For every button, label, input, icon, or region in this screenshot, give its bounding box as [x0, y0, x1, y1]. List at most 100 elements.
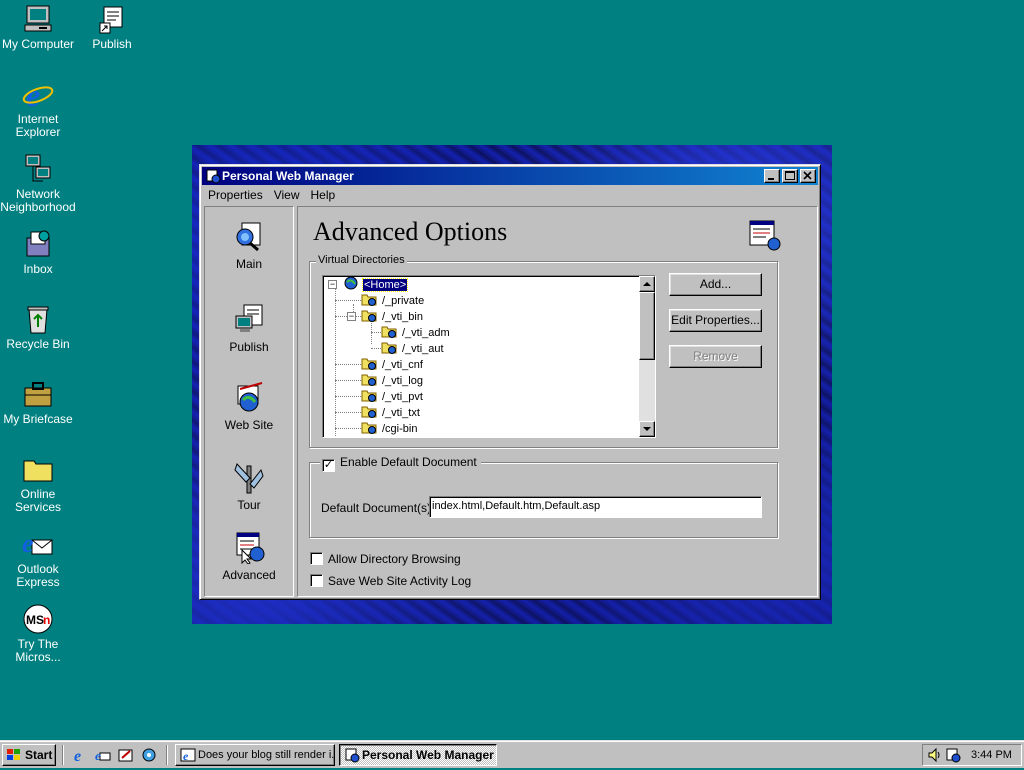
desktop-icon-recycle-bin[interactable]: Recycle Bin: [0, 303, 76, 351]
inbox-icon: [22, 228, 54, 260]
tree-collapse-home[interactable]: −: [328, 280, 337, 289]
menu-properties[interactable]: Properties: [202, 186, 268, 204]
my-computer-icon: [22, 3, 54, 35]
start-button[interactable]: Start: [2, 744, 56, 766]
virtual-directories-group: Virtual Directories − − <Home> /_private…: [309, 254, 778, 448]
quicklaunch-channels-icon[interactable]: [141, 747, 157, 763]
tree-item[interactable]: /_vti_aut: [381, 340, 445, 356]
windows-logo-icon: [6, 748, 22, 762]
clock[interactable]: 3:44 PM: [971, 745, 1012, 765]
web-site-icon: [232, 380, 266, 414]
desktop-icon-inbox[interactable]: Inbox: [0, 228, 76, 276]
sidebar-item-label: Advanced: [222, 568, 276, 582]
desktop-icon-my-briefcase[interactable]: My Briefcase: [0, 378, 76, 426]
recycle-bin-icon: [22, 303, 54, 335]
quicklaunch-ie-icon[interactable]: e: [72, 747, 88, 765]
tree-item[interactable]: /_vti_bin: [361, 308, 424, 324]
network-icon: [22, 153, 54, 185]
start-label: Start: [25, 748, 53, 762]
web-folder-icon: [361, 388, 377, 402]
arrow-up-icon: [643, 282, 651, 286]
svg-text:e: e: [95, 748, 101, 763]
tree-vertical-scrollbar[interactable]: [639, 276, 655, 437]
tree-item[interactable]: /_vti_log: [361, 372, 424, 388]
remove-button[interactable]: Remove: [669, 345, 762, 368]
sidebar-item-main[interactable]: Main: [205, 219, 293, 271]
desktop-icon-label: My Computer: [1, 37, 75, 51]
desktop-icon-publish[interactable]: Publish: [74, 3, 150, 51]
tree-item[interactable]: /_vti_adm: [381, 324, 451, 340]
allow-directory-browsing-checkbox[interactable]: Allow Directory Browsing: [310, 552, 461, 566]
tree-item[interactable]: /_private: [361, 292, 425, 308]
sidebar: Main Publish Web Site Tour Advanced: [204, 206, 294, 597]
desktop-icon-internet-explorer[interactable]: e Internet Explorer: [0, 77, 76, 139]
default-document-group: ✓ Enable Default Document Default Documen…: [309, 455, 778, 538]
desktop-icon-online-services[interactable]: Online Services: [0, 453, 76, 514]
desktop-icon-label: Internet Explorer: [15, 112, 61, 139]
svg-text:MS: MS: [26, 613, 44, 627]
web-folder-icon: [361, 356, 377, 370]
add-button[interactable]: Add...: [669, 273, 762, 296]
tree-item[interactable]: /_vti_txt: [361, 404, 421, 420]
tree-item[interactable]: /cgi-bin: [361, 420, 418, 436]
quicklaunch-desktop-icon[interactable]: [118, 747, 134, 763]
tree-item[interactable]: /_vti_pvt: [361, 388, 424, 404]
scroll-down-button[interactable]: [639, 421, 655, 437]
tree-collapse-vti-bin[interactable]: −: [347, 312, 356, 321]
volume-icon[interactable]: [927, 747, 943, 770]
desktop-icon-label: My Briefcase: [3, 412, 73, 426]
desktop-icon-label: Try The Micros...: [15, 637, 61, 664]
sidebar-item-publish[interactable]: Publish: [205, 302, 293, 354]
virtual-directories-tree[interactable]: − − <Home> /_private /_vti_bin /_vti_adm…: [322, 275, 656, 438]
web-folder-icon: [361, 404, 377, 418]
svg-text:e: e: [74, 748, 81, 763]
taskbar: Start e e e Does your blog still render …: [0, 740, 1024, 768]
pwm-icon: [205, 168, 221, 184]
menu-help[interactable]: Help: [305, 186, 341, 204]
desktop-icon-label: Network Neighborhood: [0, 187, 76, 214]
tree-item[interactable]: /_vti_cnf: [361, 356, 424, 372]
publish-icon: [232, 302, 266, 336]
default-documents-input[interactable]: index.html,Default.htm,Default.asp: [429, 496, 762, 518]
quicklaunch-outlook-icon[interactable]: e: [95, 747, 111, 763]
web-folder-icon: [381, 340, 397, 354]
scroll-up-button[interactable]: [639, 276, 655, 292]
msn-icon: MS n: [22, 603, 54, 635]
enable-default-document-checkbox[interactable]: ✓ Enable Default Document: [320, 455, 481, 472]
web-root-icon: [343, 276, 359, 290]
page-title: Advanced Options: [313, 217, 508, 246]
sidebar-item-label: Publish: [229, 340, 269, 354]
tree-item-home[interactable]: <Home>: [343, 276, 409, 292]
taskbar-button-personal-web-manager[interactable]: Personal Web Manager: [339, 744, 497, 766]
scroll-thumb[interactable]: [639, 292, 655, 360]
desktop-icon-network-neighborhood[interactable]: Network Neighborhood: [0, 153, 76, 214]
desktop-icon-outlook-express[interactable]: e Outlook Express: [0, 528, 76, 589]
maximize-button[interactable]: [782, 169, 798, 183]
sidebar-item-tour[interactable]: Tour: [205, 460, 293, 512]
svg-text:e: e: [183, 749, 189, 763]
sidebar-item-label: Tour: [237, 498, 261, 512]
desktop-icon-try-msn[interactable]: MS n Try The Micros...: [0, 603, 76, 664]
desktop-icon-label: Inbox: [23, 262, 53, 276]
edit-properties-button[interactable]: Edit Properties...: [669, 309, 762, 332]
minimize-button[interactable]: [764, 169, 780, 183]
save-activity-log-check: [310, 574, 323, 587]
close-button[interactable]: [800, 169, 816, 183]
internet-explorer-icon: e: [180, 747, 196, 763]
title-bar[interactable]: Personal Web Manager: [202, 167, 818, 185]
svg-text:n: n: [43, 613, 50, 627]
save-activity-log-checkbox[interactable]: Save Web Site Activity Log: [310, 574, 471, 588]
desktop-icon-my-computer[interactable]: My Computer: [0, 3, 76, 51]
web-folder-icon: [361, 372, 377, 386]
menu-view[interactable]: View: [268, 186, 305, 204]
advanced-options-icon: [748, 219, 782, 251]
pwm-tray-icon[interactable]: [945, 747, 961, 770]
minimize-icon: [768, 178, 774, 180]
sidebar-item-label: Web Site: [224, 418, 274, 432]
sidebar-item-web-site[interactable]: Web Site: [205, 380, 293, 432]
close-icon: [803, 171, 812, 180]
taskbar-button-blog[interactable]: e Does your blog still render i...: [175, 744, 335, 766]
virtual-directories-label: Virtual Directories: [316, 254, 407, 266]
folder-icon: [22, 453, 54, 485]
sidebar-item-advanced[interactable]: Advanced: [205, 530, 293, 582]
